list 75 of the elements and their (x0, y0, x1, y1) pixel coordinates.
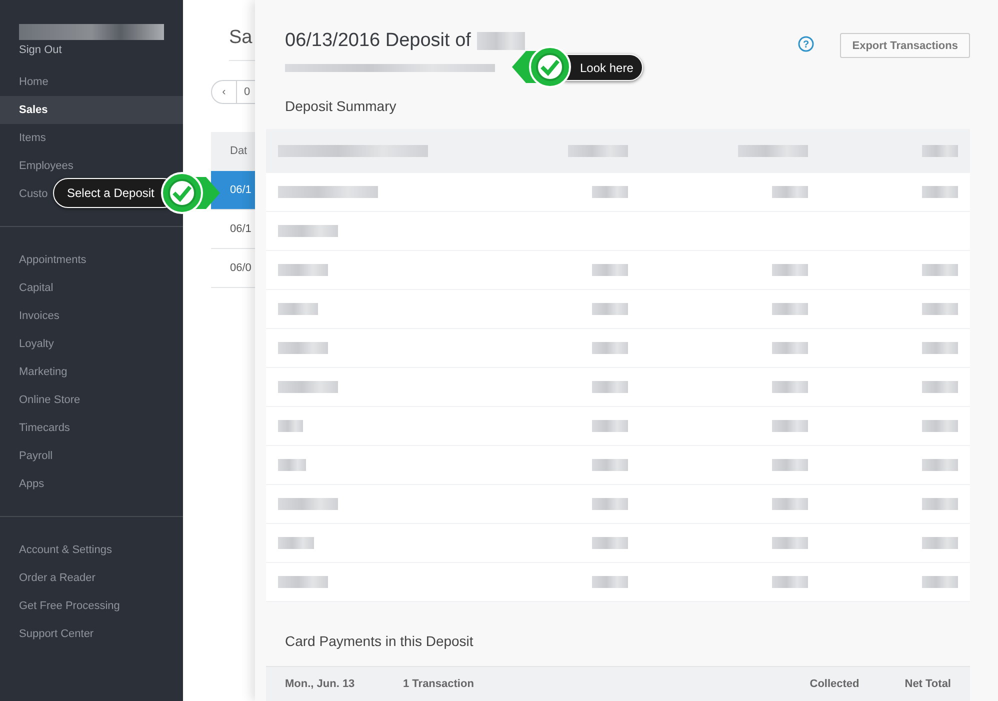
blurred-text (922, 498, 958, 510)
help-icon[interactable]: ? (798, 36, 814, 52)
sidebar-item[interactable]: Loyalty (0, 330, 54, 358)
blurred-text (772, 381, 808, 393)
blurred-text (278, 381, 338, 393)
blurred-text (278, 576, 328, 588)
table-header: Dat (211, 132, 255, 171)
blurred-text (922, 303, 958, 315)
blurred-text (922, 420, 958, 432)
blurred-text (476, 32, 525, 50)
blurred-text (772, 498, 808, 510)
sidebar-item[interactable]: Capital (0, 274, 54, 302)
blurred-text (592, 381, 628, 393)
check-badge-icon (510, 45, 572, 89)
blurred-text (278, 225, 338, 237)
sidebar-item[interactable]: Apps (0, 470, 44, 498)
blurred-text (772, 576, 808, 588)
blurred-text (278, 342, 328, 354)
section-title: Card Payments in this Deposit (285, 633, 474, 649)
column-header: Net Total (904, 678, 951, 690)
column-header: 1 Transaction (403, 678, 475, 690)
table-row[interactable]: 06/1 (211, 171, 255, 210)
sidebar-item[interactable]: Custo (0, 180, 48, 208)
blurred-text (922, 186, 958, 198)
blurred-text (592, 186, 628, 198)
blurred-text (922, 459, 958, 471)
blurred-text (772, 537, 808, 549)
blurred-text (278, 459, 306, 471)
blurred-text (278, 264, 328, 276)
blurred-text (922, 381, 958, 393)
blurred-text (592, 576, 628, 588)
sidebar-item[interactable]: Online Store (0, 386, 80, 414)
blurred-text (738, 144, 808, 156)
sidebar-item[interactable]: Appointments (0, 246, 86, 274)
blurred-text (568, 144, 628, 156)
sidebar-item[interactable]: Timecards (0, 414, 70, 442)
blurred-text (922, 342, 958, 354)
sidebar-item[interactable]: Home (0, 68, 48, 96)
blurred-text (278, 537, 314, 549)
sidebar-item[interactable]: Order a Reader (0, 564, 96, 592)
deposit-title: 06/13/2016 Deposit of (285, 30, 471, 52)
blurred-text (592, 264, 628, 276)
blurred-text (772, 303, 808, 315)
column-header: Collected (810, 678, 860, 690)
blurred-text (278, 420, 303, 432)
column-header: Mon., Jun. 13 (285, 678, 356, 690)
blurred-text (772, 186, 808, 198)
blurred-text (278, 303, 318, 315)
blurred-text (592, 342, 628, 354)
blurred-text (922, 144, 958, 156)
blurred-text (772, 264, 808, 276)
export-button[interactable]: Export Transactions (840, 33, 970, 58)
sidebar-item[interactable]: Sales (0, 96, 183, 124)
blurred-text (592, 498, 628, 510)
sidebar-item[interactable]: Payroll (0, 442, 53, 470)
blurred-text (592, 537, 628, 549)
blurred-text (772, 420, 808, 432)
blurred-text (922, 264, 958, 276)
sidebar-item[interactable]: Support Center (0, 620, 94, 648)
sidebar-item[interactable]: Invoices (0, 302, 60, 330)
section-title: Deposit Summary (285, 98, 398, 114)
sidebar-item[interactable]: Employees (0, 152, 74, 180)
sign-out-link[interactable]: Sign Out (19, 44, 183, 56)
blurred-text (772, 459, 808, 471)
sidebar-item[interactable]: Get Free Processing (0, 592, 120, 620)
blurred-text (592, 303, 628, 315)
sidebar-item[interactable]: Account & Settings (0, 536, 112, 564)
blurred-text (922, 576, 958, 588)
sidebar-item[interactable]: Items (0, 124, 46, 152)
blurred-text (922, 537, 958, 549)
blurred-text (772, 342, 808, 354)
blurred-text (592, 459, 628, 471)
blurred-text (278, 498, 338, 510)
sidebar-item[interactable]: Marketing (0, 358, 68, 386)
blurred-text (592, 420, 628, 432)
